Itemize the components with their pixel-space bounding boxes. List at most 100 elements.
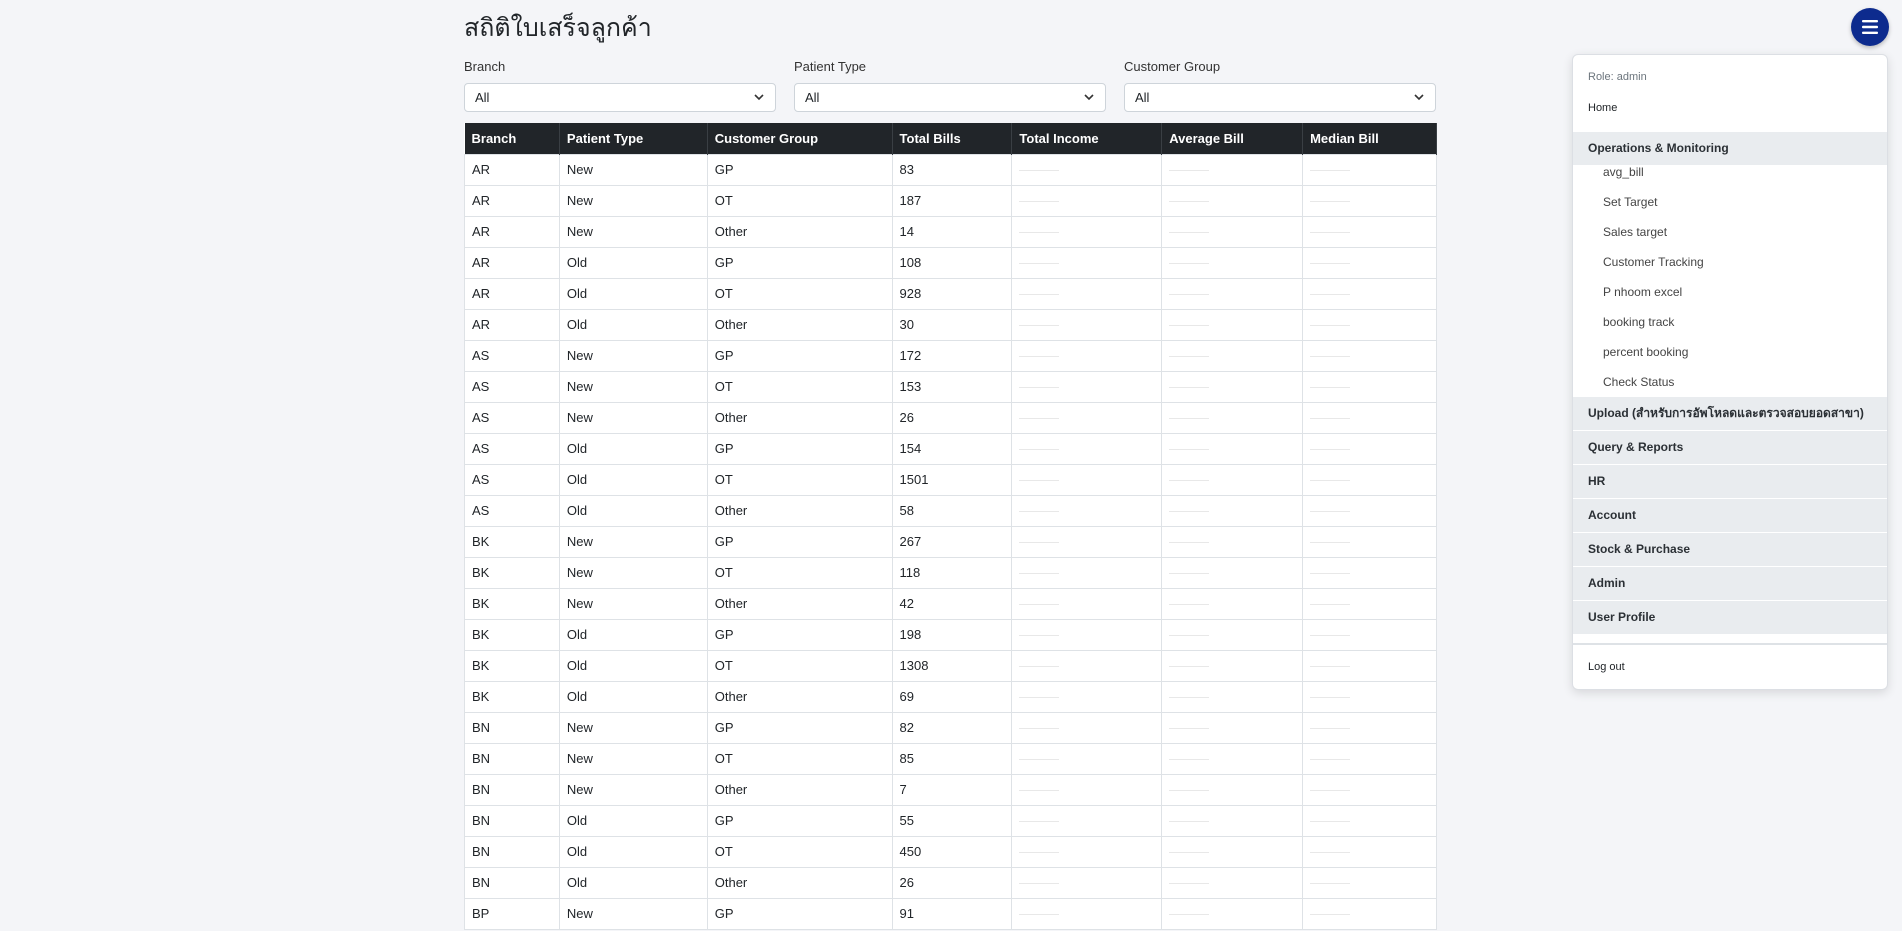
menu-item-home[interactable]: Home: [1588, 102, 1617, 114]
page-title: สถิติใบเสร็จลูกค้า: [464, 13, 652, 42]
redacted-value: [1019, 480, 1060, 482]
redacted-cell: [1161, 432, 1304, 465]
table-cell: 928: [891, 277, 1013, 310]
redacted-cell: [1302, 370, 1437, 403]
redacted-cell: [1011, 897, 1163, 930]
redacted-value: [1169, 883, 1210, 885]
table-cell: 1501: [891, 463, 1013, 496]
table-cell: Other: [706, 401, 893, 434]
redacted-value: [1169, 914, 1210, 916]
table-cell: 82: [891, 711, 1013, 744]
table-row: BK Old GP 198: [464, 618, 1437, 651]
redacted-value: [1019, 294, 1060, 296]
customer-group-select[interactable]: All: [1124, 83, 1436, 112]
redacted-cell: [1011, 308, 1163, 341]
table-cell: Other: [706, 587, 893, 620]
table-cell: Old: [558, 649, 708, 682]
column-header[interactable]: Patient Type: [559, 123, 708, 154]
table-cell: GP: [706, 711, 893, 744]
redacted-value: [1019, 697, 1060, 699]
menu-group-user-profile[interactable]: User Profile: [1573, 601, 1887, 634]
table-cell: OT: [706, 370, 893, 403]
redacted-value: [1310, 511, 1351, 513]
redacted-value: [1169, 728, 1210, 730]
redacted-value: [1019, 728, 1060, 730]
menu-group-admin[interactable]: Admin: [1573, 567, 1887, 600]
menu-group-upload[interactable]: Upload (สำหรับการอัพโหลดและตรวจสอบยอดสาข…: [1573, 397, 1887, 430]
table-row: AS New Other 26: [464, 401, 1437, 434]
menu-group-query-reports[interactable]: Query & Reports: [1573, 431, 1887, 464]
table-cell: AS: [464, 432, 560, 465]
redacted-cell: [1302, 432, 1437, 465]
table-cell: BP: [464, 897, 560, 930]
menu-item-customer-tracking[interactable]: Customer Tracking: [1603, 255, 1704, 269]
menu-item-avg-bill[interactable]: avg_bill: [1603, 165, 1644, 179]
redacted-value: [1169, 201, 1210, 203]
table-row: BK Old OT 1308: [464, 649, 1437, 682]
redacted-cell: [1161, 742, 1304, 775]
menu-group-stock-purchase[interactable]: Stock & Purchase: [1573, 533, 1887, 566]
column-header[interactable]: Customer Group: [707, 123, 893, 154]
redacted-value: [1169, 790, 1210, 792]
redacted-value: [1310, 852, 1351, 854]
redacted-cell: [1011, 277, 1163, 310]
menu-toggle-button[interactable]: [1851, 8, 1889, 46]
nav-dropdown-menu: Role: admin Home Operations & Monitoring…: [1572, 54, 1888, 690]
redacted-cell: [1302, 525, 1437, 558]
menu-item-logout[interactable]: Log out: [1588, 661, 1625, 673]
menu-item-booking-track[interactable]: booking track: [1603, 315, 1674, 329]
redacted-cell: [1011, 370, 1163, 403]
table-cell: New: [558, 525, 708, 558]
menu-group-hr[interactable]: HR: [1573, 465, 1887, 498]
menu-item-set-target[interactable]: Set Target: [1603, 195, 1657, 209]
table-cell: AR: [464, 277, 560, 310]
redacted-value: [1019, 573, 1060, 575]
table-cell: OT: [706, 463, 893, 496]
table-cell: AR: [464, 246, 560, 279]
branch-select[interactable]: All: [464, 83, 776, 112]
table-cell: AS: [464, 463, 560, 496]
column-header[interactable]: Median Bill: [1302, 123, 1437, 154]
table-cell: GP: [706, 432, 893, 465]
redacted-value: [1019, 852, 1060, 854]
table-row: BN Old OT 450: [464, 835, 1437, 868]
column-header[interactable]: Total Bills: [892, 123, 1013, 154]
redacted-value: [1310, 449, 1351, 451]
redacted-cell: [1302, 866, 1437, 899]
redacted-cell: [1302, 246, 1437, 279]
redacted-value: [1019, 387, 1060, 389]
redacted-value: [1310, 666, 1351, 668]
redacted-value: [1169, 573, 1210, 575]
table-body: AR New GP 83 AR New OT 187 AR New Other 14 AR Old GP 10…: [464, 153, 1437, 930]
table-cell: AR: [464, 215, 560, 248]
redacted-cell: [1161, 153, 1304, 186]
redacted-value: [1019, 635, 1060, 637]
redacted-value: [1169, 170, 1210, 172]
menu-item-check-status[interactable]: Check Status: [1603, 375, 1674, 389]
column-header[interactable]: Total Income: [1011, 123, 1163, 154]
column-header[interactable]: Average Bill: [1161, 123, 1304, 154]
redacted-value: [1019, 325, 1060, 327]
chevron-down-icon: [1414, 94, 1424, 101]
redacted-cell: [1011, 463, 1163, 496]
redacted-value: [1310, 387, 1351, 389]
column-header[interactable]: Branch: [464, 123, 560, 154]
menu-item-p-nhoom-excel[interactable]: P nhoom excel: [1603, 285, 1682, 299]
redacted-cell: [1011, 773, 1163, 806]
redacted-value: [1169, 294, 1210, 296]
table-cell: 69: [891, 680, 1013, 713]
redacted-value: [1310, 356, 1351, 358]
redacted-cell: [1161, 556, 1304, 589]
filter-bar: Branch All Patient Type All Customer Gro…: [464, 58, 1437, 112]
menu-item-percent-booking[interactable]: percent booking: [1603, 345, 1688, 359]
menu-group-operations[interactable]: Operations & Monitoring: [1573, 132, 1887, 165]
table-row: AR Old OT 928: [464, 277, 1437, 310]
customer-group-filter-label: Customer Group: [1124, 59, 1221, 74]
redacted-cell: [1161, 897, 1304, 930]
menu-item-sales-target[interactable]: Sales target: [1603, 225, 1667, 239]
table-cell: BK: [464, 556, 560, 589]
patient-type-select[interactable]: All: [794, 83, 1106, 112]
redacted-cell: [1011, 432, 1163, 465]
menu-group-account[interactable]: Account: [1573, 499, 1887, 532]
table-cell: AS: [464, 494, 560, 527]
